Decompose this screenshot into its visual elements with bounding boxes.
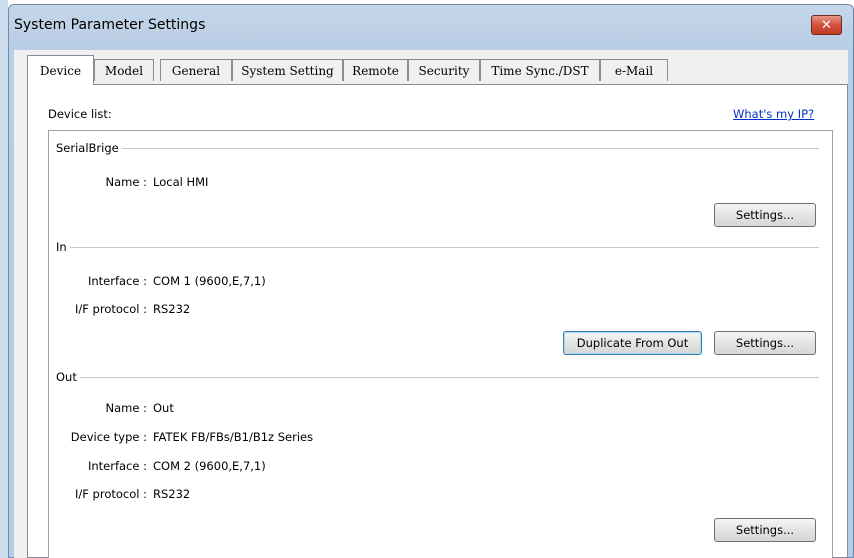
in-settings-label: Settings... — [735, 336, 795, 350]
tab-e-mail[interactable]: e-Mail — [600, 59, 668, 81]
out-device-type-value: FATEK FB/FBs/B1/B1z Series — [153, 430, 314, 444]
serial-bridge-settings-button[interactable]: Settings... — [714, 203, 816, 227]
tab-e-mail-label: e-Mail — [614, 63, 654, 78]
tab-system-setting[interactable]: System Setting — [232, 59, 343, 81]
device-list-label: Device list: — [48, 107, 112, 121]
close-button[interactable]: ✕ — [811, 15, 842, 35]
out-settings-label: Settings... — [735, 523, 795, 537]
out-name-value: Out — [153, 401, 174, 415]
tab-security[interactable]: Security — [408, 59, 480, 81]
serial-bridge-settings-label: Settings... — [735, 208, 795, 222]
out-group-title: Out — [56, 370, 80, 384]
close-icon: ✕ — [821, 17, 832, 33]
out-interface-label: Interface : — [87, 459, 147, 473]
tab-remote-label: Remote — [352, 63, 399, 78]
duplicate-from-out-button[interactable]: Duplicate From Out — [563, 331, 702, 355]
in-protocol-value: RS232 — [153, 302, 191, 316]
tab-device-label: Device — [39, 63, 82, 78]
in-group-title: In — [56, 240, 70, 254]
duplicate-from-out-label: Duplicate From Out — [576, 336, 689, 350]
in-protocol-label: I/F protocol : — [75, 302, 147, 316]
in-settings-button[interactable]: Settings... — [714, 331, 816, 355]
out-name-label: Name : — [105, 401, 147, 415]
in-divider — [56, 247, 819, 248]
tab-time-sync-dst-label: Time Sync./DST — [491, 63, 589, 78]
tab-security-label: Security — [418, 63, 470, 78]
out-protocol-value: RS232 — [153, 487, 191, 501]
serial-bridge-divider — [56, 148, 819, 149]
tab-general-label: General — [171, 63, 221, 78]
in-interface-label: Interface : — [87, 274, 147, 288]
serial-bridge-name-value: Local HMI — [153, 175, 209, 189]
tab-remote[interactable]: Remote — [343, 59, 408, 81]
out-interface-value: COM 2 (9600,E,7,1) — [153, 459, 266, 473]
out-settings-button[interactable]: Settings... — [714, 518, 816, 542]
tab-system-setting-label: System Setting — [241, 63, 334, 78]
tab-model[interactable]: Model — [94, 59, 154, 81]
whats-my-ip-link[interactable]: What's my IP? — [733, 107, 814, 121]
tab-model-label: Model — [104, 63, 144, 78]
background-window-edge — [0, 0, 8, 558]
tab-general[interactable]: General — [160, 59, 232, 81]
window-title: System Parameter Settings — [14, 17, 206, 33]
serial-bridge-name-label: Name : — [105, 175, 147, 189]
in-interface-value: COM 1 (9600,E,7,1) — [153, 274, 266, 288]
tab-device[interactable]: Device — [27, 55, 94, 85]
serial-bridge-group-title: SerialBrige — [56, 141, 122, 155]
out-divider — [56, 377, 819, 378]
out-protocol-label: I/F protocol : — [75, 487, 147, 501]
out-device-type-label: Device type : — [70, 430, 147, 444]
tab-time-sync-dst[interactable]: Time Sync./DST — [480, 59, 600, 81]
